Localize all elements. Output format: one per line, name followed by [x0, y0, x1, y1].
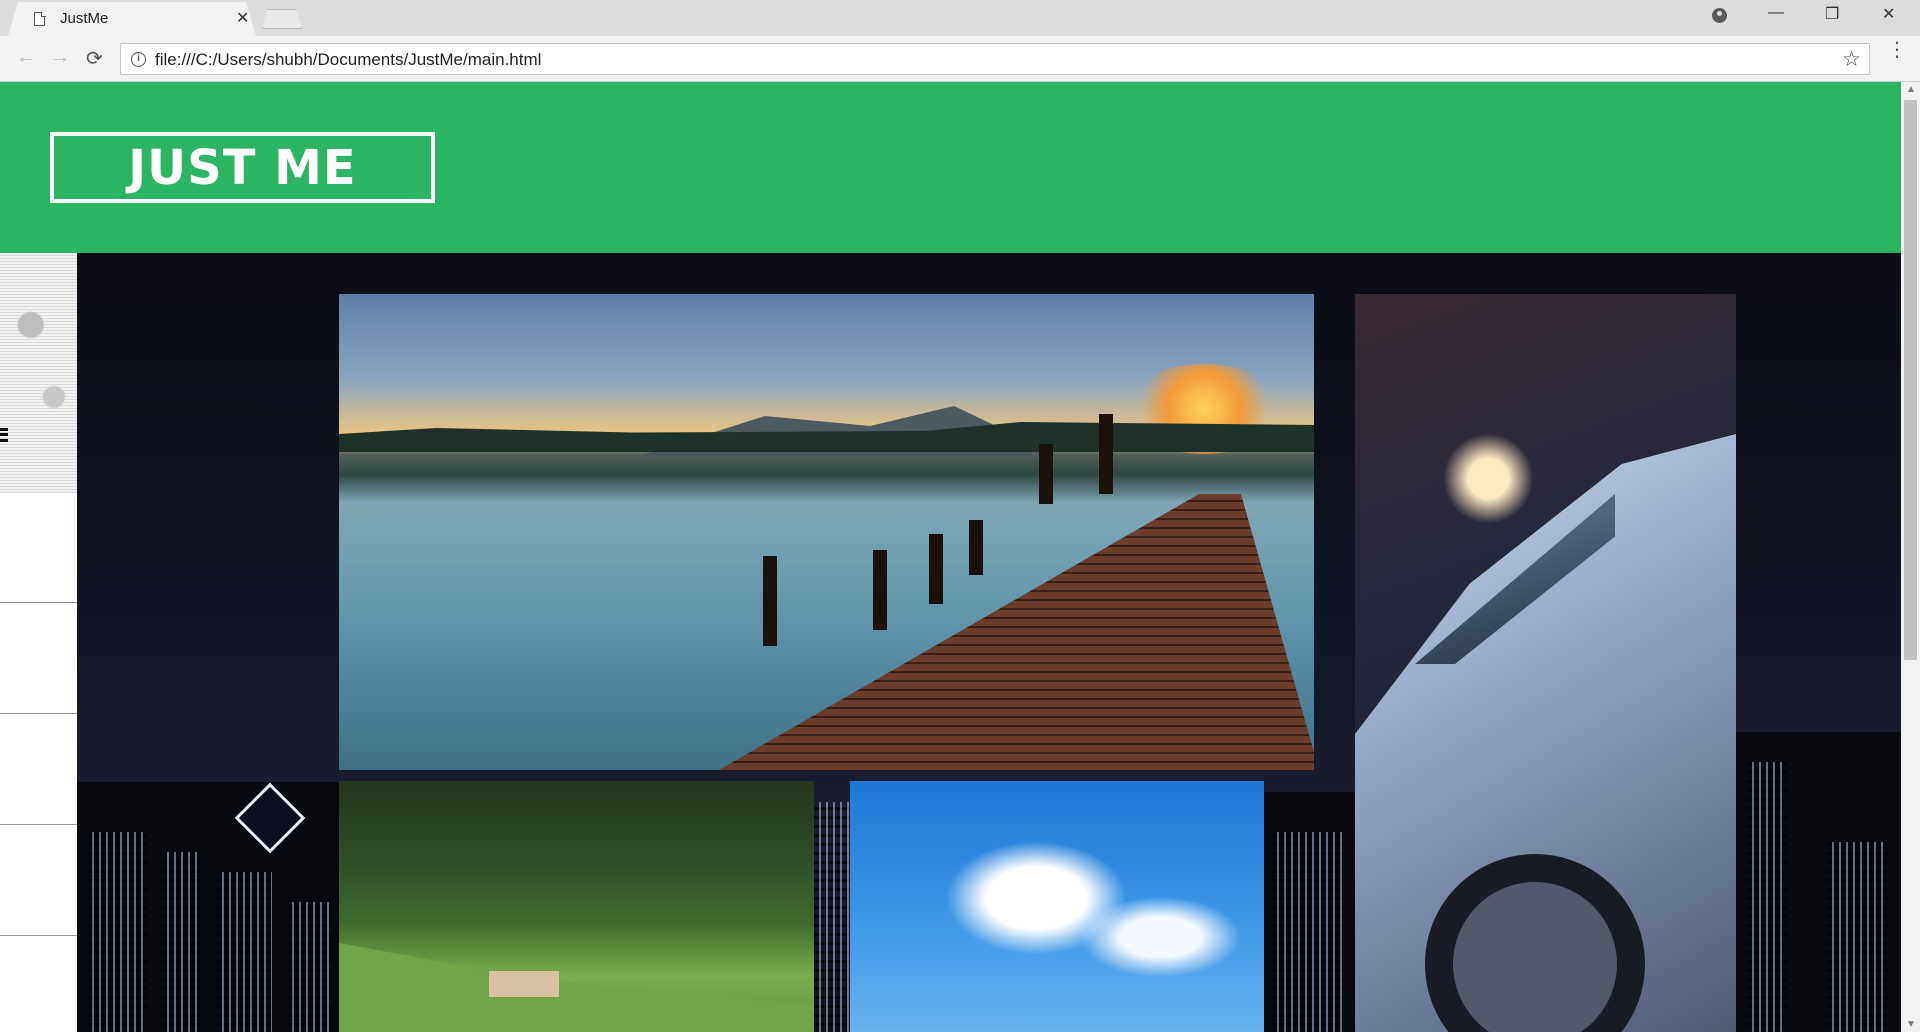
- site-info-icon[interactable]: i: [131, 52, 146, 67]
- pier-post: [969, 520, 983, 575]
- tab-close-icon[interactable]: ✕: [236, 8, 249, 28]
- pier-post: [1039, 444, 1053, 504]
- pier-post: [1099, 414, 1113, 494]
- sidebar-pattern-image: [0, 253, 77, 493]
- scroll-up-icon[interactable]: ▲: [1906, 84, 1916, 95]
- reload-button[interactable]: ⟳: [86, 46, 103, 71]
- site-logo[interactable]: JUST ME: [50, 132, 435, 203]
- scroll-thumb[interactable]: [1904, 100, 1917, 660]
- gallery-image-green-hills[interactable]: [339, 781, 814, 1032]
- browser-tab-strip: JustMe ✕ — ❐ ✕: [0, 0, 1920, 36]
- pier-post: [929, 534, 943, 604]
- page-viewport: JUST ME: [0, 82, 1901, 1032]
- profile-icon[interactable]: [1712, 8, 1727, 23]
- forward-button[interactable]: →: [50, 46, 70, 69]
- sidebar-toggle-icon[interactable]: [0, 428, 8, 442]
- wooden-pier: [719, 494, 1314, 770]
- gallery: [77, 253, 1901, 1032]
- tab-title: JustMe: [60, 10, 109, 27]
- hill-slope: [339, 943, 814, 1032]
- page-scrollbar[interactable]: ▲ ▼: [1901, 82, 1920, 1032]
- logo-text: JUST ME: [128, 140, 357, 196]
- sidebar-item[interactable]: [0, 493, 77, 603]
- sidebar-item[interactable]: [0, 937, 77, 1032]
- new-tab-button[interactable]: [262, 9, 302, 29]
- gallery-image-lake-pier[interactable]: [339, 294, 1314, 770]
- site-header: JUST ME: [0, 82, 1901, 253]
- address-bar[interactable]: i file:///C:/Users/shubh/Documents/JustM…: [120, 43, 1870, 75]
- page-favicon-icon: [34, 11, 46, 26]
- sidebar: [0, 253, 77, 1032]
- minimize-button[interactable]: —: [1768, 4, 1784, 22]
- browser-toolbar: ← → ⟳ i file:///C:/Users/shubh/Documents…: [0, 36, 1920, 82]
- sidebar-item[interactable]: [0, 715, 77, 825]
- browser-menu-icon[interactable]: ⋮: [1887, 40, 1907, 60]
- sidebar-item[interactable]: [0, 604, 77, 714]
- close-window-button[interactable]: ✕: [1882, 4, 1895, 24]
- gallery-image-car[interactable]: [1355, 294, 1736, 1032]
- browser-tab[interactable]: JustMe ✕: [8, 2, 256, 36]
- gallery-image-blue-sky[interactable]: [850, 781, 1264, 1032]
- scroll-down-icon[interactable]: ▼: [1906, 1019, 1916, 1030]
- back-button[interactable]: ←: [16, 46, 36, 69]
- restore-button[interactable]: ❐: [1825, 4, 1839, 24]
- pier-post: [873, 550, 887, 630]
- bookmark-star-icon[interactable]: ☆: [1842, 47, 1861, 72]
- url-text[interactable]: file:///C:/Users/shubh/Documents/JustMe/…: [155, 50, 541, 70]
- sidebar-item[interactable]: [0, 826, 77, 936]
- pier-post: [763, 556, 777, 646]
- farm-house: [489, 971, 559, 997]
